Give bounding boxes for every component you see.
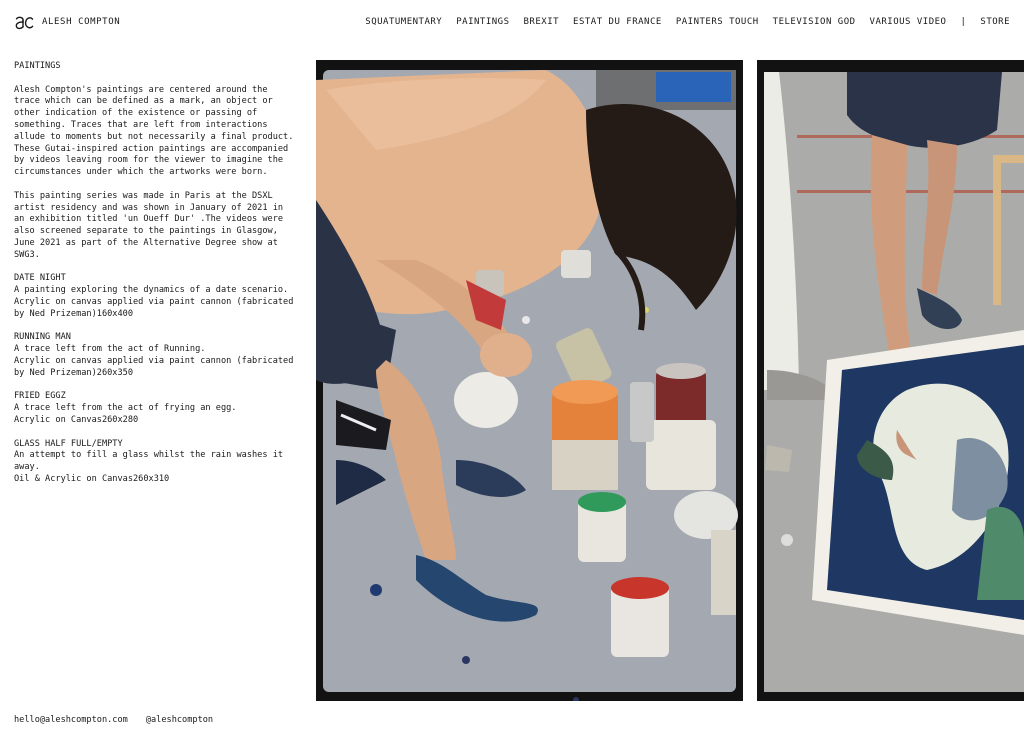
nav-item-painters-touch[interactable]: PAINTERS TOUCH (676, 17, 759, 27)
nav-item-various-video[interactable]: VARIOUS VIDEO (870, 17, 947, 27)
work-title: RUNNING MAN (14, 332, 71, 343)
nav-item-store[interactable]: STORE (980, 17, 1010, 27)
work-description: A trace left from the act of frying an e… (14, 403, 237, 414)
gallery-photo-pouring-paint[interactable] (316, 60, 743, 701)
site-header: ALESH COMPTON SQUATUMENTARY PAINTINGS BR… (0, 0, 1024, 44)
work-entry: RUNNING MAN A trace left from the act of… (14, 332, 294, 379)
work-medium: Acrylic on Canvas260x280 (14, 414, 139, 425)
work-title: FRIED EGGZ (14, 391, 66, 402)
nav-item-squatumentary[interactable]: SQUATUMENTARY (365, 17, 442, 27)
work-entry: DATE NIGHT A painting exploring the dyna… (14, 273, 294, 320)
logo-link[interactable]: ALESH COMPTON (14, 13, 120, 31)
nav-separator: | (960, 17, 967, 27)
work-description: An attempt to fill a glass whilst the ra… (14, 450, 284, 473)
instagram-handle-link[interactable]: @aleshcompton (146, 715, 213, 725)
work-title: GLASS HALF FULL/EMPTY (14, 438, 123, 449)
nav-item-estat-du-france[interactable]: ESTAT DU FRANCE (573, 17, 662, 27)
nav-item-paintings[interactable]: PAINTINGS (456, 17, 509, 27)
site-footer: hello@aleshcompton.com @aleshcompton (14, 715, 213, 725)
intro-paragraph: Alesh Compton's paintings are centered a… (14, 84, 294, 178)
series-paragraph: This painting series was made in Paris a… (14, 190, 284, 260)
work-title: DATE NIGHT (14, 273, 66, 284)
ac-monogram-logo (15, 16, 34, 30)
work-entry: GLASS HALF FULL/EMPTY An attempt to fill… (14, 439, 294, 486)
main-nav: SQUATUMENTARY PAINTINGS BREXIT ESTAT DU … (365, 17, 1010, 27)
work-medium: Acrylic on canvas applied via paint cann… (14, 296, 294, 319)
photo-illustration (757, 60, 1024, 701)
work-medium: Acrylic on canvas applied via paint cann… (14, 355, 294, 378)
nav-item-television-god[interactable]: TELEVISION GOD (773, 17, 856, 27)
paintings-description: PAINTINGS Alesh Compton's paintings are … (14, 61, 294, 497)
section-title: PAINTINGS (14, 61, 61, 71)
gallery-photo-feet-on-canvas[interactable] (757, 60, 1024, 701)
email-link[interactable]: hello@aleshcompton.com (14, 715, 128, 725)
work-description: A painting exploring the dynamics of a d… (14, 285, 289, 296)
nav-item-brexit[interactable]: BREXIT (524, 17, 560, 27)
site-name: ALESH COMPTON (42, 17, 121, 27)
photo-illustration (316, 60, 743, 701)
work-description: A trace left from the act of Running. (14, 344, 206, 355)
work-entry: FRIED EGGZ A trace left from the act of … (14, 391, 294, 426)
work-medium: Oil & Acrylic on Canvas260x310 (14, 473, 170, 484)
